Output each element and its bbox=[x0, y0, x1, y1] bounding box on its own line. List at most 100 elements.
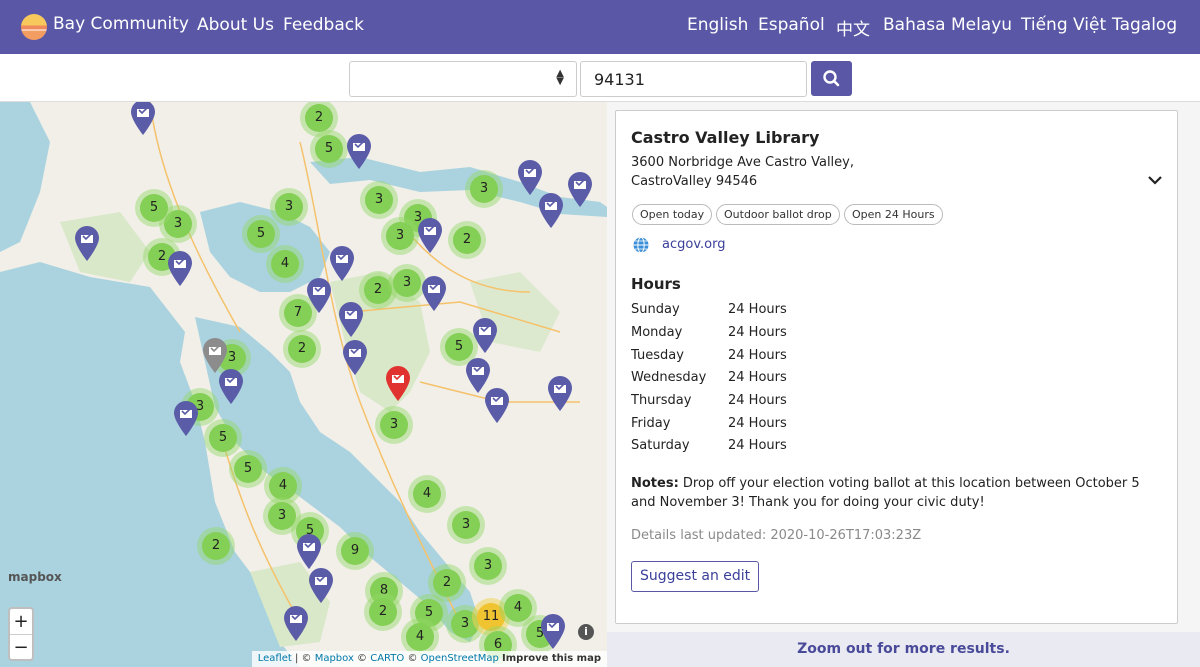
ballot-drop-pin-icon[interactable] bbox=[538, 193, 564, 229]
cluster-count: 2 bbox=[453, 226, 481, 254]
map-cluster[interactable]: 5 bbox=[229, 450, 267, 488]
map-cluster[interactable]: 3 bbox=[375, 406, 413, 444]
hours-day: Friday bbox=[631, 416, 671, 431]
ballot-drop-pin-icon[interactable] bbox=[417, 218, 443, 254]
map-info-icon[interactable]: i bbox=[578, 624, 594, 640]
cluster-count: 3 bbox=[470, 175, 498, 203]
ballot-drop-pin-icon[interactable] bbox=[130, 102, 156, 136]
last-updated: Details last updated: 2020-10-26T17:03:2… bbox=[631, 528, 922, 543]
ballot-drop-pin-icon[interactable] bbox=[167, 251, 193, 287]
map-cluster[interactable]: 2 bbox=[448, 221, 486, 259]
cluster-count: 3 bbox=[365, 186, 393, 214]
top-navbar: Bay Community About Us Feedback English … bbox=[0, 0, 1200, 54]
ballot-drop-pin-icon[interactable] bbox=[547, 376, 573, 412]
filter-select[interactable]: ▲ ▼ bbox=[349, 61, 577, 97]
ballot-drop-pin-icon[interactable] bbox=[338, 302, 364, 338]
map-cluster[interactable]: 5 bbox=[135, 189, 173, 227]
map-cluster[interactable]: 4 bbox=[266, 245, 304, 283]
hours-day: Saturday bbox=[631, 438, 690, 453]
map[interactable]: mapbox 2 5 3 3 3 3 3 5 3 2 5 2 4 2 3 2 7… bbox=[0, 102, 607, 667]
location-address-line2: CastroValley 94546 bbox=[631, 174, 758, 189]
hours-time: 24 Hours bbox=[728, 302, 787, 317]
language-english[interactable]: English bbox=[687, 15, 748, 35]
language-tagalog[interactable]: Tagalog bbox=[1112, 15, 1177, 35]
map-cluster[interactable]: 2 bbox=[197, 527, 235, 565]
improve-map-link[interactable]: Improve this map bbox=[502, 653, 601, 664]
ballot-drop-pin-icon[interactable] bbox=[342, 340, 368, 376]
language-vietnamese[interactable]: Tiếng Việt bbox=[1021, 15, 1106, 35]
cluster-count: 3 bbox=[474, 552, 502, 580]
hours-day: Wednesday bbox=[631, 370, 707, 385]
ballot-drop-pin-icon[interactable] bbox=[218, 369, 244, 405]
language-malay[interactable]: Bahasa Melayu bbox=[883, 15, 1012, 35]
zoom-out-message: Zoom out for more results. bbox=[607, 632, 1200, 667]
zoom-in-button[interactable]: + bbox=[10, 609, 32, 634]
cluster-count: 5 bbox=[140, 194, 168, 222]
ballot-drop-pin-icon[interactable] bbox=[329, 246, 355, 282]
map-background bbox=[0, 102, 607, 667]
ballot-drop-pin-icon[interactable] bbox=[517, 160, 543, 196]
select-arrows-icon: ▲ ▼ bbox=[556, 68, 564, 87]
ballot-drop-pin-icon[interactable] bbox=[306, 278, 332, 314]
cluster-count: 2 bbox=[369, 598, 397, 626]
website-link[interactable]: acgov.org bbox=[662, 237, 725, 252]
map-cluster[interactable]: 3 bbox=[381, 217, 419, 255]
brand-name[interactable]: Bay Community bbox=[53, 14, 189, 34]
notes-label: Notes: bbox=[631, 476, 679, 491]
mapbox-link[interactable]: Mapbox bbox=[315, 653, 354, 664]
ballot-drop-pin-icon[interactable] bbox=[308, 568, 334, 604]
leaflet-link[interactable]: Leaflet bbox=[258, 653, 292, 664]
carto-link[interactable]: CARTO bbox=[370, 653, 404, 664]
map-cluster[interactable]: 3 bbox=[465, 170, 503, 208]
hours-time: 24 Hours bbox=[728, 325, 787, 340]
tag-open-24-hours: Open 24 Hours bbox=[844, 204, 943, 225]
ballot-drop-pin-icon[interactable] bbox=[472, 318, 498, 354]
nav-feedback[interactable]: Feedback bbox=[283, 15, 364, 35]
map-cluster[interactable]: 5 bbox=[310, 130, 348, 168]
suggest-edit-button[interactable]: Suggest an edit bbox=[631, 561, 760, 592]
ballot-drop-pin-icon[interactable] bbox=[296, 534, 322, 570]
attribution-sep: © bbox=[404, 653, 421, 664]
map-cluster[interactable]: 3 bbox=[360, 181, 398, 219]
cluster-count: 5 bbox=[234, 455, 262, 483]
map-cluster[interactable]: 2 bbox=[283, 330, 321, 368]
ballot-drop-pin-icon[interactable] bbox=[567, 172, 593, 208]
hours-time: 24 Hours bbox=[728, 416, 787, 431]
ballot-drop-pin-icon[interactable] bbox=[283, 606, 309, 642]
attribution-sep: | © bbox=[291, 653, 315, 664]
search-button[interactable] bbox=[811, 61, 852, 96]
cluster-count: 5 bbox=[315, 135, 343, 163]
nav-about-us[interactable]: About Us bbox=[197, 15, 274, 35]
selected-ballot-drop-pin-icon[interactable] bbox=[385, 366, 411, 402]
ballot-drop-pin-icon[interactable] bbox=[346, 134, 372, 170]
mapbox-logo-text: mapbox bbox=[8, 570, 62, 584]
language-chinese[interactable]: 中文 bbox=[836, 15, 870, 40]
hours-heading: Hours bbox=[631, 275, 681, 293]
map-cluster[interactable]: 9 bbox=[336, 532, 374, 570]
bay-community-logo-icon[interactable] bbox=[21, 14, 47, 40]
ballot-drop-pin-icon[interactable] bbox=[540, 614, 566, 650]
zip-code-input[interactable] bbox=[580, 61, 807, 97]
ballot-drop-pin-icon[interactable] bbox=[74, 226, 100, 262]
cluster-count: 2 bbox=[202, 532, 230, 560]
hours-time: 24 Hours bbox=[728, 370, 787, 385]
map-cluster[interactable]: 3 bbox=[270, 188, 308, 226]
search-icon bbox=[823, 70, 840, 87]
chevron-down-icon[interactable] bbox=[1147, 172, 1163, 188]
cluster-count: 4 bbox=[271, 250, 299, 278]
zoom-out-button[interactable]: − bbox=[10, 634, 32, 659]
language-espanol[interactable]: Español bbox=[758, 15, 825, 35]
ballot-drop-pin-icon[interactable] bbox=[173, 401, 199, 437]
map-cluster[interactable]: 3 bbox=[469, 547, 507, 585]
ballot-drop-pin-icon[interactable] bbox=[484, 388, 510, 424]
tag-outdoor-ballot-drop: Outdoor ballot drop bbox=[716, 204, 840, 225]
map-cluster[interactable]: 2 bbox=[364, 593, 402, 631]
mapbox-logo[interactable]: mapbox bbox=[8, 570, 62, 584]
ballot-drop-pin-icon[interactable] bbox=[421, 276, 447, 312]
map-cluster[interactable]: 5 bbox=[204, 419, 242, 457]
map-cluster[interactable]: 3 bbox=[447, 506, 485, 544]
map-cluster[interactable]: 4 bbox=[408, 475, 446, 513]
openstreetmap-link[interactable]: OpenStreetMap bbox=[421, 653, 499, 664]
cluster-count: 5 bbox=[445, 333, 473, 361]
cluster-count: 2 bbox=[305, 104, 333, 132]
